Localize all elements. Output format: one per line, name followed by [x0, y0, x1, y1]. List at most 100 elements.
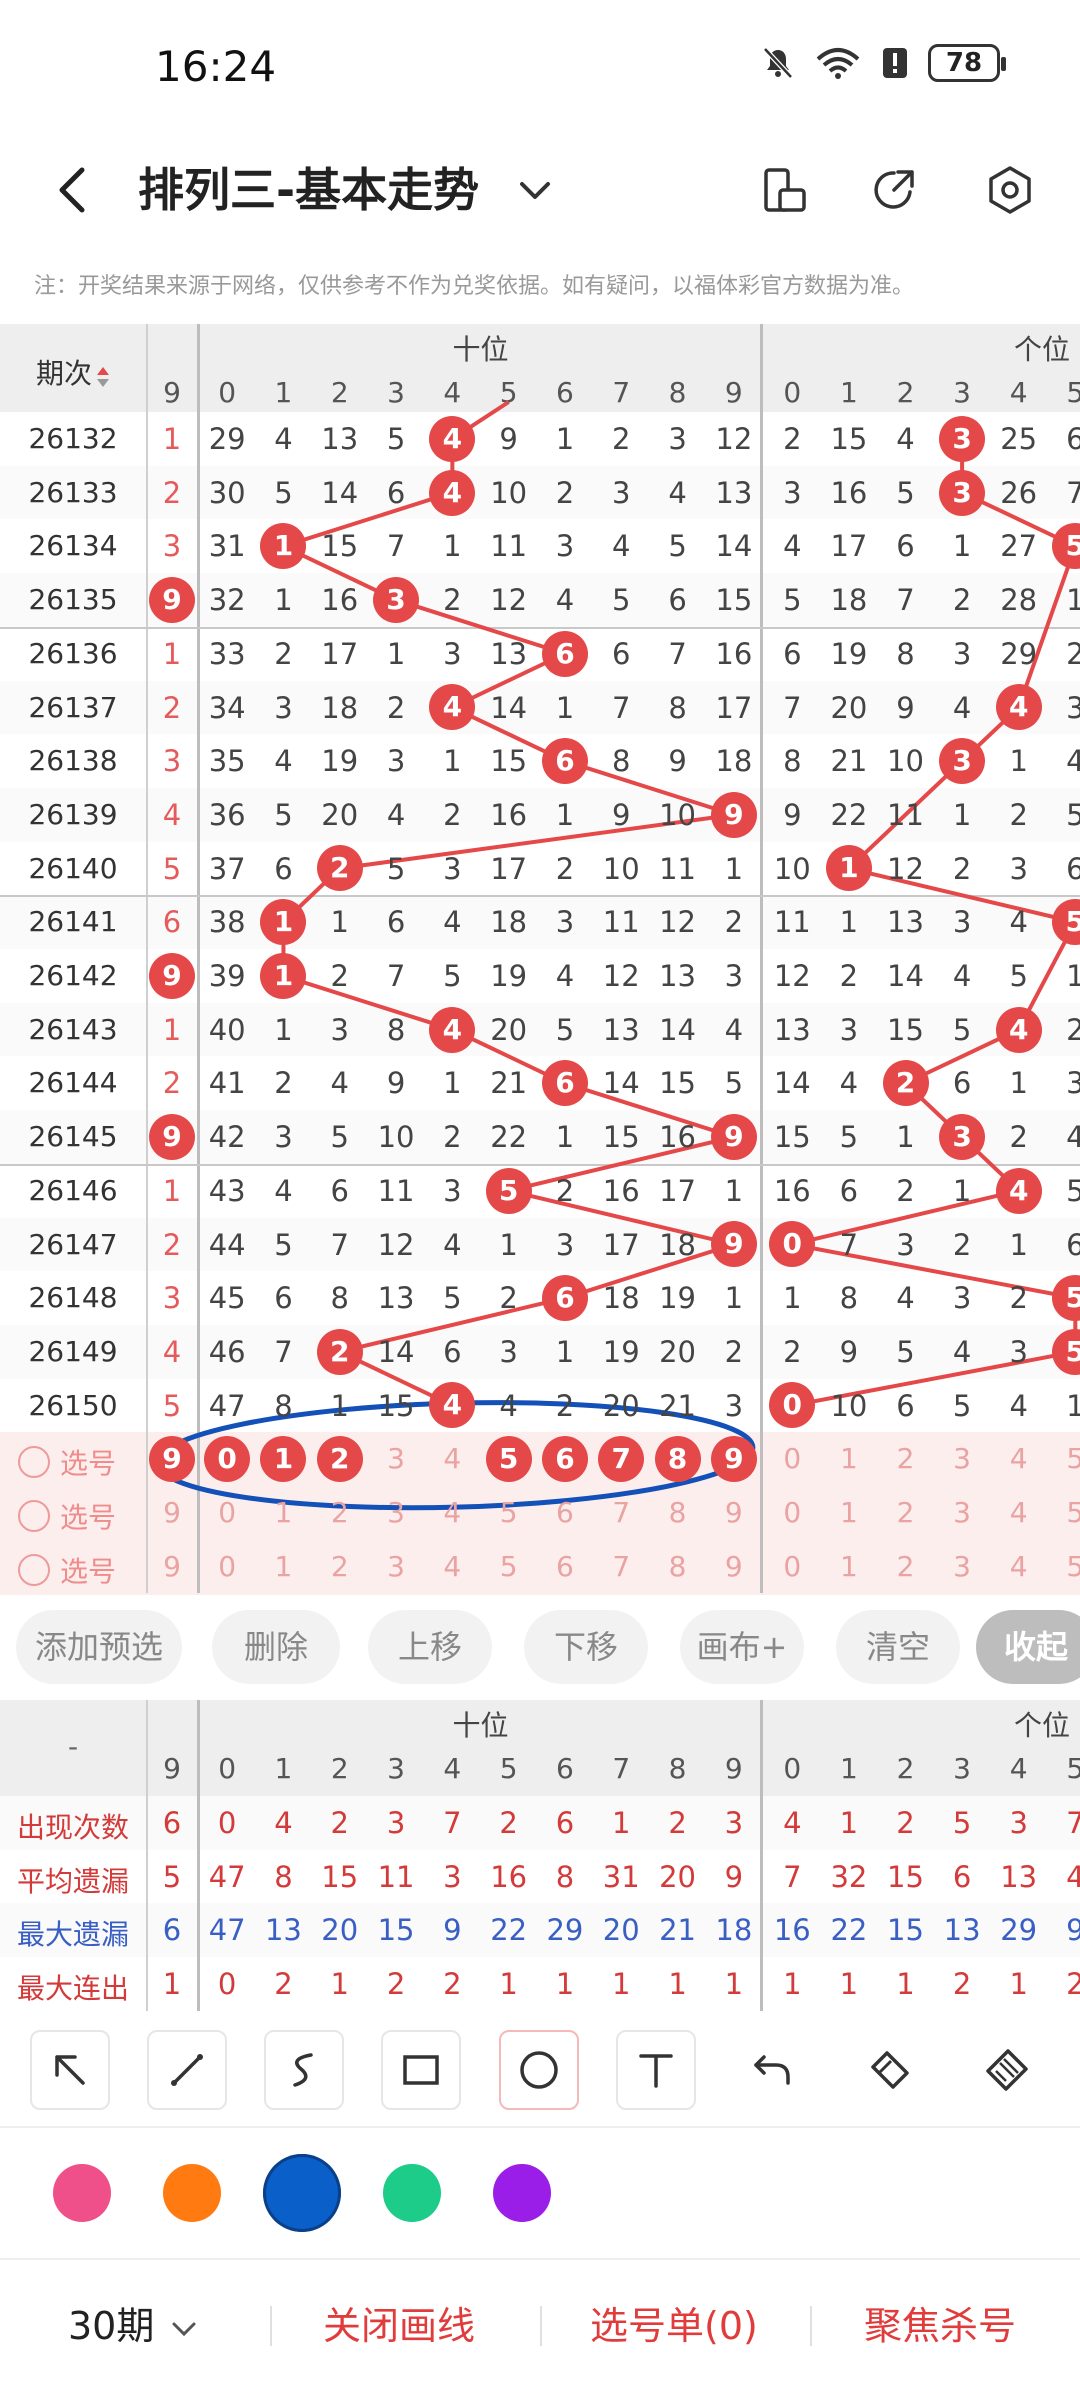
- select-number[interactable]: 0: [204, 1490, 250, 1536]
- select-number[interactable]: 8: [655, 1544, 701, 1590]
- select-row-label[interactable]: 选号: [18, 1442, 116, 1482]
- select-row-label[interactable]: 选号: [18, 1496, 116, 1536]
- line-tool-button[interactable]: [147, 2030, 227, 2110]
- select-number[interactable]: 4: [996, 1544, 1042, 1590]
- stats-value: 1: [162, 1967, 182, 2002]
- select-number[interactable]: 1: [826, 1544, 872, 1590]
- group-header-tens: 十位: [452, 1709, 509, 1742]
- hit-ball: 2: [316, 1328, 363, 1375]
- select-number[interactable]: 8: [655, 1490, 701, 1536]
- select-number[interactable]: 0: [769, 1490, 815, 1536]
- miss-count: 15: [490, 744, 528, 779]
- circle-tool-button[interactable]: [499, 2030, 579, 2110]
- stats-value: 11: [377, 1859, 415, 1894]
- select-number[interactable]: 4: [996, 1490, 1042, 1536]
- select-number[interactable]: 3: [939, 1490, 985, 1536]
- select-number[interactable]: 2: [317, 1490, 363, 1536]
- period-select[interactable]: 30期: [68, 2290, 202, 2362]
- page-title[interactable]: 排列三-基本走势: [138, 158, 479, 222]
- focus-kill-button[interactable]: 聚焦杀号: [864, 2290, 1016, 2362]
- selection-list-button[interactable]: 选号单(0): [590, 2290, 758, 2362]
- select-number[interactable]: 2: [317, 1544, 363, 1590]
- select-number[interactable]: 7: [598, 1544, 644, 1590]
- canvas-plus-button[interactable]: 画布+: [680, 1610, 804, 1684]
- clear-button[interactable]: 清空: [836, 1610, 960, 1684]
- miss-count: 3: [162, 529, 182, 564]
- select-number[interactable]: 3: [373, 1436, 419, 1482]
- select-number[interactable]: 6: [542, 1490, 588, 1536]
- miss-count: 5: [1066, 797, 1080, 832]
- select-number[interactable]: 4: [996, 1436, 1042, 1482]
- divider: [0, 895, 1080, 898]
- select-number[interactable]: 3: [939, 1436, 985, 1482]
- eraser-button[interactable]: [850, 2030, 930, 2110]
- wifi-icon: [816, 48, 860, 79]
- select-number[interactable]: 9: [149, 1490, 195, 1536]
- miss-count: 16: [602, 1173, 640, 1208]
- select-row-label[interactable]: 选号: [18, 1550, 116, 1590]
- delete-button[interactable]: 删除: [212, 1610, 340, 1684]
- arrow-tool-button[interactable]: [30, 2030, 110, 2110]
- select-number[interactable]: 2: [883, 1436, 929, 1482]
- select-label-text: 选号: [60, 1447, 117, 1481]
- select-number[interactable]: 1: [826, 1490, 872, 1536]
- select-number[interactable]: 5: [486, 1490, 532, 1536]
- share-button[interactable]: [862, 158, 926, 222]
- select-number[interactable]: 9: [149, 1544, 195, 1590]
- select-number[interactable]: 9: [711, 1490, 757, 1536]
- clear-drawing-button[interactable]: [967, 2030, 1047, 2110]
- add-preselect-button[interactable]: 添加预选: [16, 1610, 182, 1684]
- chevron-down-icon[interactable]: [510, 166, 560, 216]
- select-number[interactable]: 0: [769, 1544, 815, 1590]
- select-number[interactable]: 1: [260, 1544, 306, 1590]
- select-number[interactable]: 2: [316, 1436, 363, 1483]
- select-number[interactable]: 9: [711, 1544, 757, 1590]
- text-tool-button[interactable]: [616, 2030, 696, 2110]
- rectangle-tool-button[interactable]: [381, 2030, 461, 2110]
- miss-count: 2: [330, 959, 349, 993]
- undo-button[interactable]: [733, 2030, 813, 2110]
- back-button[interactable]: [40, 158, 104, 222]
- select-number[interactable]: 6: [541, 1436, 588, 1483]
- miss-count: 19: [321, 744, 359, 779]
- color-swatch[interactable]: [383, 2164, 441, 2222]
- landscape-toggle-button[interactable]: [752, 158, 816, 222]
- hit-ball: 2: [316, 845, 363, 892]
- collapse-button[interactable]: 收起: [976, 1610, 1080, 1684]
- select-number[interactable]: 9: [149, 1436, 195, 1483]
- select-number[interactable]: 3: [373, 1544, 419, 1590]
- color-swatch[interactable]: [163, 2164, 221, 2222]
- move-up-button[interactable]: 上移: [368, 1610, 492, 1684]
- miss-count: 5: [668, 529, 687, 564]
- miss-count: 4: [555, 959, 575, 993]
- period-sort-header[interactable]: 期次: [0, 352, 146, 392]
- miss-count: 35: [208, 744, 246, 779]
- select-number[interactable]: 1: [260, 1490, 306, 1536]
- color-swatch[interactable]: [263, 2154, 341, 2232]
- select-number[interactable]: 6: [542, 1544, 588, 1590]
- select-number[interactable]: 0: [204, 1436, 251, 1483]
- select-number[interactable]: 8: [654, 1436, 701, 1483]
- select-number[interactable]: 0: [204, 1544, 250, 1590]
- select-number[interactable]: 5: [486, 1544, 532, 1590]
- stats-row-label: 出现次数: [16, 1811, 129, 1844]
- select-number[interactable]: 5: [485, 1436, 532, 1483]
- sort-icon: [96, 363, 110, 387]
- select-number[interactable]: 9: [710, 1436, 757, 1483]
- move-down-button[interactable]: 下移: [524, 1610, 648, 1684]
- select-number[interactable]: 2: [883, 1544, 929, 1590]
- close-lines-button[interactable]: 关闭画线: [323, 2290, 475, 2362]
- curve-tool-button[interactable]: [264, 2030, 344, 2110]
- select-number[interactable]: 4: [429, 1490, 475, 1536]
- select-number[interactable]: 7: [598, 1490, 644, 1536]
- color-swatch[interactable]: [493, 2164, 551, 2222]
- select-number[interactable]: 3: [939, 1544, 985, 1590]
- miss-count: 13: [321, 422, 359, 456]
- miss-count: 6: [612, 636, 631, 671]
- settings-button[interactable]: [978, 158, 1042, 222]
- color-swatch[interactable]: [53, 2164, 111, 2222]
- select-number[interactable]: 3: [373, 1490, 419, 1536]
- select-number[interactable]: 2: [883, 1490, 929, 1536]
- select-number[interactable]: 4: [429, 1544, 475, 1590]
- select-number[interactable]: 1: [826, 1436, 872, 1482]
